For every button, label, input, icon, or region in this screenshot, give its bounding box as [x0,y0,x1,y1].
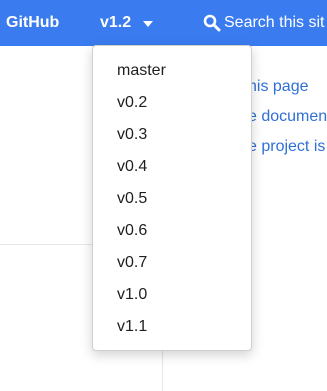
version-item-v0-7[interactable]: v0.7 [117,252,147,274]
version-item-v0-6[interactable]: v0.6 [117,220,147,242]
version-item-v0-2[interactable]: v0.2 [117,92,147,114]
top-navbar: GitHub v1.2 Search this sit [0,0,327,46]
docs-issue-link[interactable]: e documen [248,106,327,128]
version-item-v0-4[interactable]: v0.4 [117,156,147,178]
version-item-v0-5[interactable]: v0.5 [117,188,147,210]
version-dropdown-toggle[interactable]: v1.2 [100,13,131,33]
version-item-v1-1[interactable]: v1.1 [117,316,147,338]
edit-page-link[interactable]: his page [248,76,309,98]
version-dropdown-menu: master v0.2 v0.3 v0.4 v0.5 v0.6 v0.7 v1.… [92,45,252,351]
caret-down-icon[interactable] [143,21,153,27]
version-item-v1-0[interactable]: v1.0 [117,284,147,306]
page: GitHub v1.2 Search this sit his page e d… [0,0,327,391]
github-link[interactable]: GitHub [6,13,59,33]
project-issue-link[interactable]: e project is [248,136,325,158]
search-icon[interactable] [203,14,221,32]
version-item-v0-3[interactable]: v0.3 [117,124,147,146]
search-input[interactable]: Search this sit [224,13,324,33]
version-item-master[interactable]: master [117,60,166,82]
